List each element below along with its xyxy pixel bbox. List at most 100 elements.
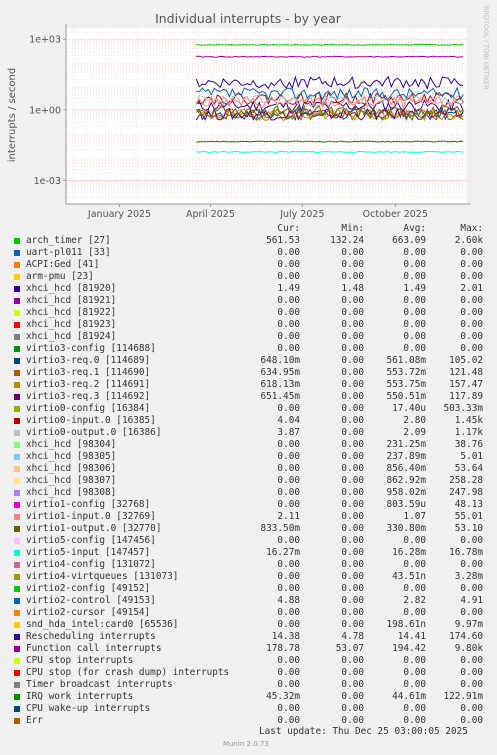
legend-value: 803.59u [386,499,426,510]
legend-value: 0.00 [277,403,300,414]
legend-value: 0.00 [403,655,426,666]
legend-value: 105.02 [449,355,483,366]
legend-value: 0.00 [341,523,364,534]
legend-value: 0.00 [460,655,483,666]
legend-column-header: Cur: [277,223,300,234]
legend-swatch [14,346,20,352]
legend-value: 0.00 [403,307,426,318]
legend-swatch [14,706,20,712]
legend-swatch [14,574,20,580]
legend-row: virtio4-virtqueues [131073] 0.00 0.00 43.51… [0,571,497,583]
legend-value: 0.00 [277,259,300,270]
x-tick-label: October 2025 [363,209,428,220]
legend-value: 45.32m [266,691,300,702]
legend-row: Timer broadcast interrupts 0.00 0.00 0.00 0.… [0,679,497,691]
legend-value: 0.00 [403,259,426,270]
legend-row: xhci_hcd [98306] 0.00 0.00 856.40m 53.64 [0,463,497,475]
legend-value: 16.27m [266,547,300,558]
legend-swatch [14,538,20,544]
legend-header: Cur: Min: Avg: Max: [0,223,497,235]
legend-column-header: Max: [460,223,483,234]
legend-row: virtio2-control [49153] 4.88 0.00 2.82 4.91 [0,595,497,607]
legend-value: 0.00 [460,703,483,714]
legend-value: 0.00 [277,487,300,498]
legend-value: 16.28m [392,547,426,558]
legend-value: 1.07 [403,511,426,522]
legend-value: 0.00 [341,511,364,522]
legend-swatch [14,406,20,412]
legend-value: 0.00 [277,607,300,618]
legend-value: 247.98 [449,487,483,498]
legend-row: virtio5-config [147456] 0.00 0.00 0.00 0.00 [0,535,497,547]
legend-value: 0.00 [460,307,483,318]
legend-value: 330.80m [386,523,426,534]
legend-value: 0.00 [341,571,364,582]
legend-value: 0.00 [277,475,300,486]
legend-row: virtio3-req.0 [114689] 648.10m 0.00 561.08m… [0,355,497,367]
legend-series-name: Timer broadcast interrupts [26,679,173,690]
legend-value: 0.00 [341,559,364,570]
legend-value: 0.00 [341,451,364,462]
legend-value: 0.00 [403,703,426,714]
legend-value: 550.51m [386,391,426,402]
legend-row: virtio3-req.3 [114692] 651.45m 0.00 550.51m… [0,391,497,403]
legend-value: 0.00 [341,463,364,474]
legend-value: 4.04 [277,415,300,426]
legend-value: 0.00 [277,463,300,474]
legend-value: 0.00 [341,391,364,402]
legend-row: virtio3-req.2 [114691] 618.13m 0.00 553.75m… [0,379,497,391]
legend-value: 0.00 [403,607,426,618]
legend-swatch [14,694,20,700]
legend-swatch [14,598,20,604]
legend-swatch [14,490,20,496]
legend-series-name: virtio0-config [16384] [26,403,151,414]
legend-series-name: virtio5-input [147457] [26,547,151,558]
legend-swatch [14,322,20,328]
legend-swatch [14,586,20,592]
legend-value: 14.38 [271,631,300,642]
legend-value: 0.00 [341,715,364,726]
legend-series-name: virtio3-req.3 [114692] [26,391,151,402]
legend-value: 48.13 [454,499,483,510]
legend-series-name: CPU stop (for crash dump) interrupts [26,667,230,678]
legend-swatch [14,646,20,652]
legend-value: 0.00 [341,583,364,594]
legend-series-name: ACPI:Ged [41] [26,259,100,270]
legend-row: virtio5-input [147457] 16.27m 0.00 16.28m 16… [0,547,497,559]
legend-value: 856.40m [386,463,426,474]
legend-swatch [14,658,20,664]
legend-value: 0.00 [277,619,300,630]
y-axis-label: interrupts / second [7,68,18,162]
legend-value: 0.00 [277,331,300,342]
legend-series-name: xhci_hcd [98306] [26,463,117,474]
legend-value: 0.00 [277,295,300,306]
legend-row: virtio3-req.1 [114690] 634.95m 0.00 553.72m… [0,367,497,379]
y-tick-label: 1e+03 [29,35,61,46]
legend-value: 2.01 [460,283,483,294]
legend-swatch [14,622,20,628]
legend-series-name: virtio0-output.0 [16386] [26,427,162,438]
legend-series-name: virtio3-req.1 [114690] [26,367,151,378]
legend-value: 0.00 [460,343,483,354]
x-tick-label: January 2025 [87,209,151,220]
legend-series-name: xhci_hcd [98304] [26,439,117,450]
last-update: Last update: Thu Dec 25 03:00:05 2025 [259,726,468,737]
legend-swatch [14,358,20,364]
legend-row: virtio1-output.0 [32770] 833.50m 0.00 330.8… [0,523,497,535]
legend-swatch [14,442,20,448]
legend-value: 0.00 [403,715,426,726]
legend-value: 0.00 [277,571,300,582]
legend-value: 0.00 [277,655,300,666]
legend-value: 16.78m [449,547,483,558]
legend-row: virtio0-config [16384] 0.00 0.00 17.40u 503.… [0,403,497,415]
legend-series-name: virtio1-config [32768] [26,499,151,510]
legend-swatch [14,718,20,724]
legend-swatch [14,370,20,376]
legend-value: 53.07 [335,643,364,654]
legend-series-name: xhci_hcd [98305] [26,451,117,462]
legend-value: 0.00 [403,247,426,258]
legend-value: 0.00 [341,475,364,486]
legend-value: 0.00 [460,319,483,330]
legend-row: xhci_hcd [81921] 0.00 0.00 0.00 0.00 [0,295,497,307]
legend-row: Rescheduling interrupts 14.38 4.78 14.41 174… [0,631,497,643]
